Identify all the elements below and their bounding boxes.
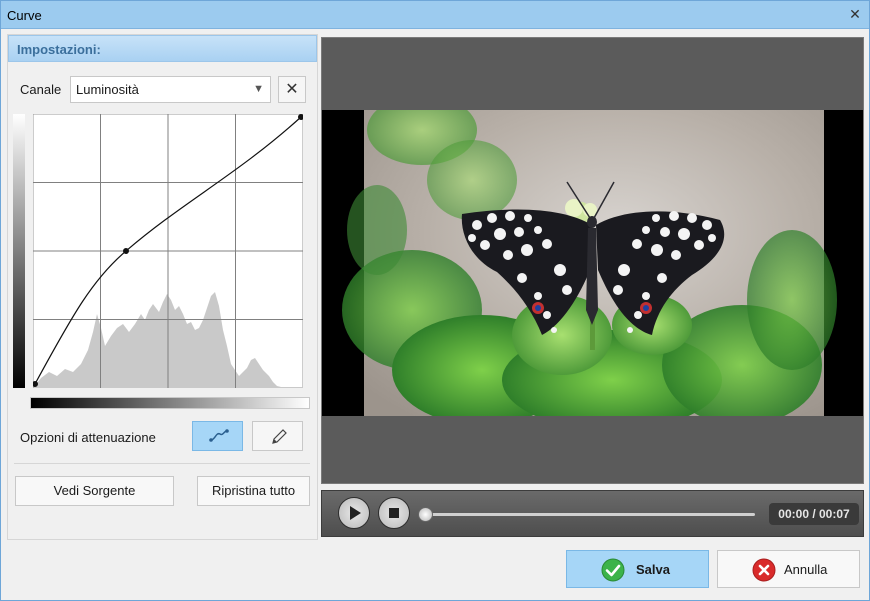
curve-dialog: Curve ✕ Impostazioni: Canale Luminosità … [0, 0, 870, 601]
curve-point-mid[interactable] [123, 248, 129, 254]
pencil-icon [272, 429, 287, 444]
view-source-button[interactable]: Vedi Sorgente [15, 476, 174, 506]
channel-label: Canale [20, 82, 62, 97]
settings-header: Impostazioni: [8, 35, 317, 62]
settings-title: Impostazioni: [17, 42, 101, 57]
reset-all-button[interactable]: Ripristina tutto [197, 476, 310, 506]
stop-icon [389, 508, 399, 518]
close-icon: ✕ [285, 81, 299, 98]
play-icon [350, 506, 361, 520]
channel-value: Luminosità [76, 82, 139, 97]
stop-button[interactable] [378, 497, 410, 529]
seek-handle[interactable] [418, 507, 433, 522]
curve-editor[interactable] [33, 114, 303, 388]
butterfly-image [342, 110, 837, 416]
input-gradient-bar [30, 397, 310, 409]
cancel-icon [752, 558, 776, 582]
cancel-label: Annulla [784, 562, 828, 577]
channel-select[interactable]: Luminosità ▼ [70, 76, 271, 103]
output-gradient-bar [13, 114, 25, 388]
preview-area [321, 37, 864, 484]
smooth-tool-button[interactable] [192, 421, 243, 451]
settings-panel: Impostazioni: Canale Luminosità ▼ ✕ Opzi… [7, 34, 318, 540]
window-title: Curve [7, 8, 42, 23]
play-button[interactable] [338, 497, 370, 529]
attenuation-label: Opzioni di attenuazione [20, 430, 156, 445]
smooth-curve-icon [209, 429, 229, 442]
pencil-tool-button[interactable] [252, 421, 303, 451]
cancel-button[interactable]: Annulla [717, 550, 860, 588]
divider [14, 463, 310, 464]
media-player: 00:00 / 00:07 [321, 490, 864, 537]
close-icon[interactable]: ✕ [847, 6, 863, 22]
title-bar: Curve ✕ [1, 1, 869, 29]
preview-image [322, 110, 863, 416]
clear-channel-button[interactable]: ✕ [278, 76, 306, 103]
check-icon [601, 558, 625, 582]
save-button[interactable]: Salva [566, 550, 709, 588]
chevron-down-icon: ▼ [253, 83, 264, 95]
save-label: Salva [636, 562, 670, 577]
time-display: 00:00 / 00:07 [769, 503, 859, 525]
seek-track[interactable] [425, 513, 755, 516]
